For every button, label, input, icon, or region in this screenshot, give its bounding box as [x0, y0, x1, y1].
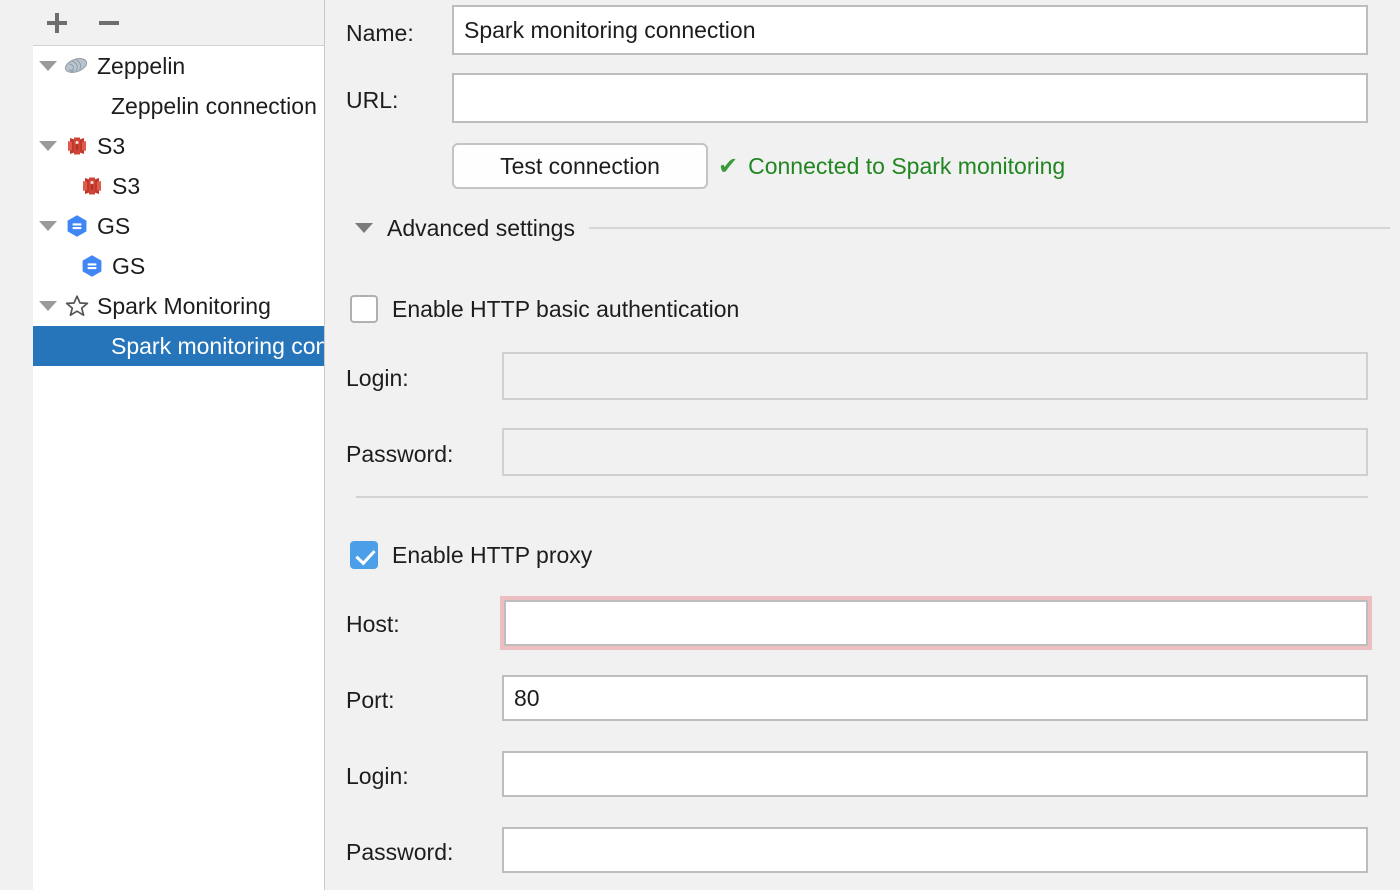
proxy-password-input[interactable] [502, 827, 1368, 873]
tree-item-label: GS [112, 252, 146, 279]
tree-row[interactable]: GS [33, 246, 324, 286]
connections-tree-panel: Zeppelin Zeppelin connection S3 S3 GS GS… [0, 0, 324, 890]
tree-row[interactable]: Zeppelin connection [33, 86, 324, 126]
proxy-password-label: Password: [346, 839, 454, 865]
minus-icon [99, 13, 119, 33]
tree-row[interactable]: Spark Monitoring [33, 286, 324, 326]
checkbox-label: Enable HTTP proxy [392, 541, 593, 568]
test-connection-button[interactable]: Test connection [452, 143, 708, 189]
tree-item-label: Zeppelin connection [111, 92, 317, 119]
expand-collapse-toggle[interactable] [33, 301, 63, 311]
tree-item-label: Zeppelin [97, 52, 186, 79]
name-input[interactable]: Spark monitoring connection [452, 5, 1368, 55]
chevron-down-icon [39, 301, 57, 311]
proxy-port-label: Port: [346, 687, 395, 713]
tree-row[interactable]: S3 [33, 166, 324, 206]
tree-item-label: Spark monitoring connection [111, 332, 324, 359]
tree-row-selected[interactable]: Spark monitoring connection [33, 326, 324, 366]
section-divider [356, 496, 1368, 498]
tree-row[interactable]: Zeppelin [33, 46, 324, 86]
proxy-login-label: Login: [346, 763, 409, 789]
enable-http-basic-auth-checkbox[interactable]: Enable HTTP basic authentication [350, 295, 739, 323]
chevron-down-icon [39, 141, 57, 151]
star-icon [63, 292, 91, 320]
chevron-down-icon [39, 61, 57, 71]
connection-form-panel: Name: Spark monitoring connection URL: T… [330, 0, 1400, 890]
tree-toolbar [33, 0, 324, 45]
s3-icon [63, 132, 91, 160]
expand-collapse-toggle[interactable] [33, 141, 63, 151]
tree-item-label: S3 [112, 172, 141, 199]
proxy-port-input[interactable]: 80 [502, 675, 1368, 721]
url-label: URL: [346, 87, 399, 113]
chevron-down-icon [355, 223, 373, 233]
basic-auth-password-input[interactable] [502, 428, 1368, 476]
settings-dialog: Zeppelin Zeppelin connection S3 S3 GS GS… [0, 0, 1400, 890]
gs-icon [63, 212, 91, 240]
s3-icon [78, 172, 106, 200]
basic-auth-login-input[interactable] [502, 352, 1368, 400]
expand-collapse-toggle[interactable] [33, 221, 63, 231]
proxy-host-label: Host: [346, 611, 400, 637]
section-rule [588, 227, 1390, 229]
tree-item-label: S3 [97, 132, 126, 159]
check-icon: ✔ [718, 152, 739, 180]
connections-tree[interactable]: Zeppelin Zeppelin connection S3 S3 GS GS… [33, 45, 324, 890]
add-connection-button[interactable] [42, 8, 72, 38]
tree-row[interactable]: S3 [33, 126, 324, 166]
chevron-down-icon [39, 221, 57, 231]
remove-connection-button[interactable] [94, 8, 124, 38]
status-text: Connected to Spark monitoring [748, 153, 1066, 179]
name-label: Name: [346, 20, 414, 46]
checkbox-label: Enable HTTP basic authentication [392, 295, 740, 322]
connection-status: ✔ Connected to Spark monitoring [718, 153, 1065, 180]
zeppelin-icon [63, 52, 91, 80]
plus-icon [47, 13, 67, 33]
basic-auth-login-label: Login: [346, 365, 409, 391]
tree-item-label: Spark Monitoring [97, 292, 271, 319]
gs-icon [78, 252, 106, 280]
expand-collapse-toggle[interactable] [33, 61, 63, 71]
advanced-settings-header[interactable]: Advanced settings [350, 212, 1390, 244]
tree-row[interactable]: GS [33, 206, 324, 246]
url-input[interactable] [452, 73, 1368, 123]
proxy-login-input[interactable] [502, 751, 1368, 797]
checkbox-box[interactable] [350, 295, 378, 323]
enable-http-proxy-checkbox[interactable]: Enable HTTP proxy [350, 541, 592, 569]
checkbox-box[interactable] [350, 541, 378, 569]
advanced-settings-label: Advanced settings [387, 214, 575, 241]
tree-item-label: GS [97, 212, 131, 239]
basic-auth-password-label: Password: [346, 441, 454, 467]
proxy-host-input[interactable] [500, 596, 1372, 650]
